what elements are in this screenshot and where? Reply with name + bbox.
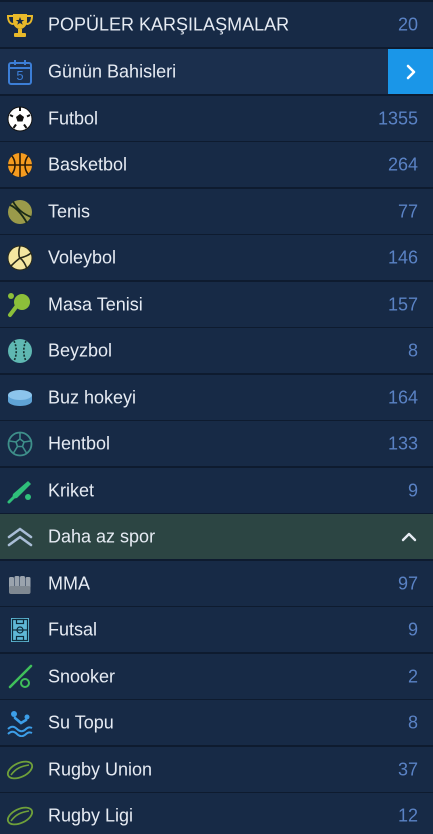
event-count: 8 [407, 712, 418, 732]
open-button[interactable] [388, 49, 433, 94]
chevron-up-icon[interactable] [401, 529, 417, 545]
futsal-field-icon [6, 616, 34, 644]
rugby-ball-icon [6, 802, 34, 830]
double-chevron-up-icon [6, 523, 34, 551]
event-count: 1355 [377, 108, 418, 128]
event-count: 20 [397, 14, 418, 34]
menu-item-label: Su Topu [48, 712, 114, 732]
menu-item-mma[interactable]: MMA 97 [0, 561, 433, 606]
trophy-icon [6, 11, 34, 39]
event-count: 157 [387, 294, 418, 314]
menu-item-futbol[interactable]: Futbol 1355 [0, 96, 433, 141]
event-count: 77 [397, 201, 418, 221]
menu-item-snooker[interactable]: Snooker 2 [0, 654, 433, 699]
tennis-ball-icon [6, 198, 34, 226]
menu-item-hentbol[interactable]: Hentbol 133 [0, 421, 433, 466]
menu-item-label: Günün Bahisleri [48, 61, 177, 81]
table-tennis-icon [6, 291, 34, 319]
menu-item-label: Rugby Ligi [48, 805, 134, 825]
sports-menu: POPÜLER KARŞILAŞMALAR 20 5 Günün Bahisle… [0, 0, 433, 834]
basketball-icon [6, 151, 34, 179]
event-count: 9 [407, 480, 418, 500]
menu-item-popular-matches[interactable]: POPÜLER KARŞILAŞMALAR 20 [0, 2, 433, 47]
menu-item-label: Hentbol [48, 433, 111, 453]
menu-item-rugby-ligi[interactable]: Rugby Ligi 12 [0, 793, 433, 834]
event-count: 37 [397, 759, 418, 779]
menu-item-label: Rugby Union [48, 759, 153, 779]
rugby-ball-icon [6, 756, 34, 784]
baseball-icon [6, 337, 34, 365]
event-count: 264 [387, 154, 418, 174]
menu-item-label: Buz hokeyi [48, 387, 137, 407]
menu-item-label: Tenis [48, 201, 91, 221]
menu-item-label: Snooker [48, 666, 116, 686]
menu-item-tenis[interactable]: Tenis 77 [0, 189, 433, 234]
handball-icon [6, 430, 34, 458]
event-count: 97 [397, 573, 418, 593]
fist-icon [6, 570, 34, 598]
menu-item-label: Kriket [48, 480, 95, 500]
event-count: 2 [407, 666, 418, 686]
chevron-right-icon [406, 64, 415, 79]
cricket-icon [6, 477, 34, 505]
menu-item-futsal[interactable]: Futsal 9 [0, 607, 433, 652]
event-count: 146 [387, 247, 418, 267]
menu-item-beyzbol[interactable]: Beyzbol 8 [0, 328, 433, 373]
hockey-puck-icon [6, 384, 34, 412]
event-count: 133 [387, 433, 418, 453]
snooker-cue-icon [6, 663, 34, 691]
menu-item-todays-bets[interactable]: 5 Günün Bahisleri [0, 49, 433, 94]
menu-item-label: Masa Tenisi [48, 294, 143, 314]
soccer-ball-icon [6, 105, 34, 133]
menu-item-kriket[interactable]: Kriket 9 [0, 468, 433, 513]
menu-item-label: MMA [48, 573, 90, 593]
swimmer-icon [6, 709, 34, 737]
menu-item-buz-hokeyi[interactable]: Buz hokeyi 164 [0, 375, 433, 420]
calendar-day: 5 [16, 67, 24, 83]
menu-item-basketbol[interactable]: Basketbol 264 [0, 142, 433, 187]
menu-item-label: Futbol [48, 108, 99, 128]
menu-item-label: Daha az spor [48, 526, 156, 546]
event-count: 164 [387, 387, 418, 407]
menu-item-label: Futsal [48, 619, 98, 639]
menu-item-rugby-union[interactable]: Rugby Union 37 [0, 747, 433, 792]
event-count: 8 [407, 340, 418, 360]
menu-item-label: Beyzbol [48, 340, 113, 360]
event-count: 9 [407, 619, 418, 639]
menu-item-label: POPÜLER KARŞILAŞMALAR [48, 14, 290, 34]
menu-item-label: Basketbol [48, 154, 128, 174]
volleyball-icon [6, 244, 34, 272]
event-count: 12 [397, 805, 418, 825]
menu-item-label: Voleybol [48, 247, 117, 267]
menu-item-masa-tenisi[interactable]: Masa Tenisi 157 [0, 282, 433, 327]
less-sports-toggle[interactable]: Daha az spor [0, 514, 433, 559]
calendar-icon: 5 [6, 58, 34, 86]
menu-item-voleybol[interactable]: Voleybol 146 [0, 235, 433, 280]
menu-item-su-topu[interactable]: Su Topu 8 [0, 700, 433, 745]
